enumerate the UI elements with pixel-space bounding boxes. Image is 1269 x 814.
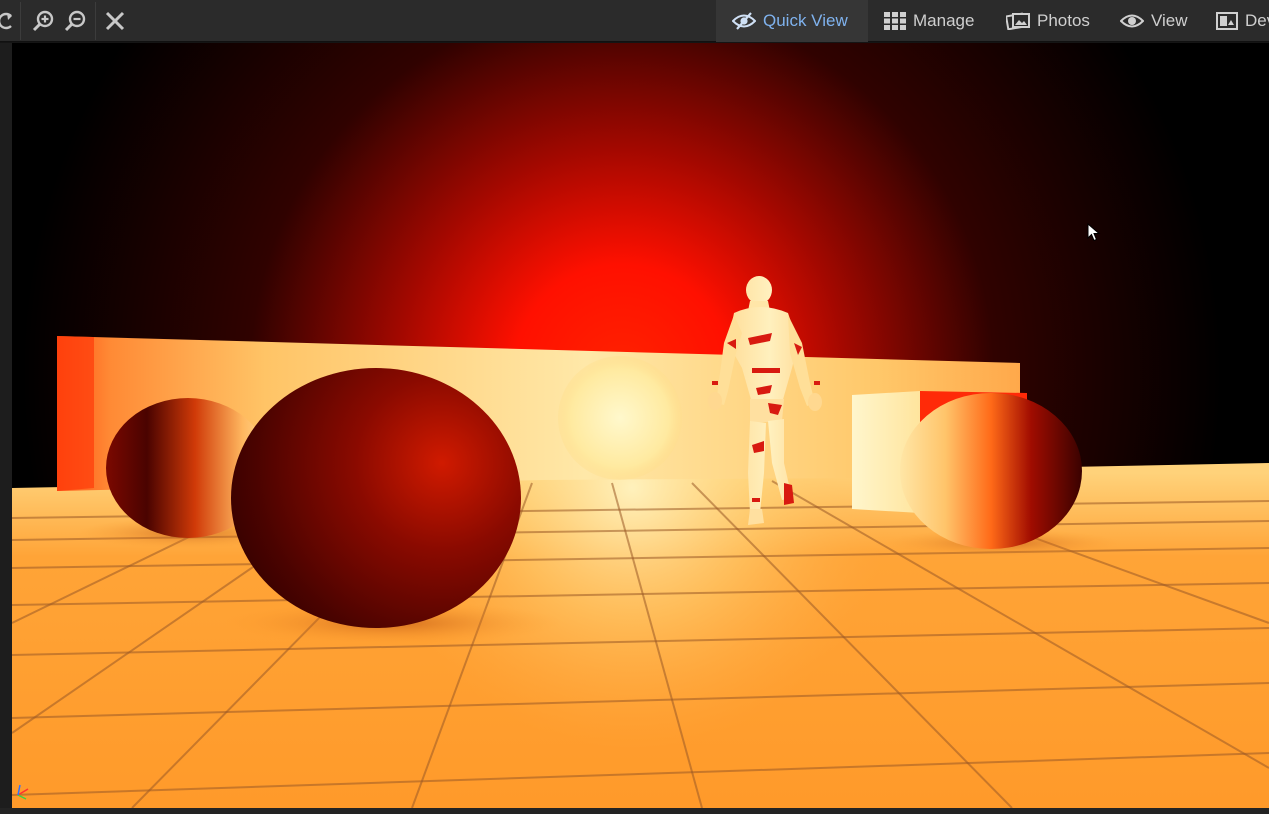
tab-label: Photos	[1037, 11, 1090, 30]
eye-icon	[1120, 13, 1144, 29]
tab-label: Manage	[913, 11, 975, 30]
photos-icon	[1006, 12, 1030, 30]
tab-view[interactable]: View	[1104, 0, 1200, 42]
toolbar-separator	[20, 2, 21, 40]
zoom-out-icon[interactable]	[60, 0, 90, 42]
toolbar-separator	[95, 2, 96, 40]
close-icon[interactable]	[100, 0, 130, 42]
tab-photos[interactable]: Photos	[990, 0, 1104, 42]
develop-icon	[1216, 12, 1238, 30]
view-tabs: Quick View Manage Photos View Deve	[716, 0, 1269, 42]
tab-label: Deve	[1245, 11, 1269, 30]
refresh-icon[interactable]	[0, 0, 14, 42]
scene-render	[12, 43, 1269, 808]
status-strip	[0, 808, 1269, 814]
tab-manage[interactable]: Manage	[868, 0, 990, 42]
eye-slash-icon	[732, 12, 756, 30]
left-rail	[0, 43, 12, 814]
mouse-cursor-icon	[1087, 222, 1101, 248]
tab-quick-view[interactable]: Quick View	[716, 0, 868, 42]
toolbar: Quick View Manage Photos View Deve	[0, 0, 1269, 42]
render-viewport[interactable]	[12, 43, 1269, 808]
tab-label: View	[1151, 11, 1188, 30]
tab-develop[interactable]: Deve	[1200, 0, 1269, 42]
grid-icon	[884, 12, 906, 30]
tab-label: Quick View	[763, 11, 848, 30]
zoom-in-icon[interactable]	[28, 0, 58, 42]
